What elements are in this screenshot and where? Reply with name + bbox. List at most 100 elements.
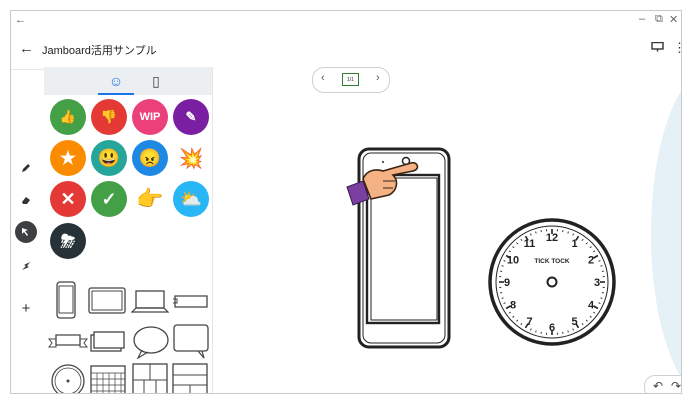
- clock-tick: [567, 231, 569, 234]
- clock-number-6: 6: [549, 322, 555, 334]
- clock-tick: [600, 297, 603, 299]
- clock-tick: [529, 328, 532, 331]
- clock-tick: [508, 250, 511, 253]
- clock-number-1: 1: [571, 238, 577, 250]
- clock-number-4: 4: [588, 300, 595, 312]
- thunderstorm-sticker[interactable]: ⛈: [50, 223, 86, 259]
- jam-canvas[interactable]: 12 1 2 3 4 5 6 7 8 9 10 11 TICK TOCK: [213, 69, 681, 393]
- thumbs-up-sticker[interactable]: 👍: [50, 99, 86, 135]
- minimize-icon[interactable]: –: [639, 13, 645, 25]
- laptop-shape[interactable]: [131, 289, 169, 315]
- redo-icon[interactable]: ↷: [671, 379, 681, 393]
- grid-shape[interactable]: [132, 363, 168, 394]
- phone-shape[interactable]: [54, 281, 78, 319]
- clock-number-2: 2: [588, 255, 594, 267]
- clock-tick: [501, 265, 504, 267]
- sticker-panel: ☺ ▯ 👍 👎 WIP ✎ ★ 😃 😠 💥 ✕ ✓ 👉 ⛅ ⛈: [44, 67, 213, 394]
- clock-tick: [581, 238, 584, 241]
- frown-sticker[interactable]: 😠: [132, 140, 168, 176]
- clock-tick: [567, 330, 569, 333]
- clock-tick: [503, 302, 506, 305]
- thumbs-down-sticker[interactable]: 👎: [91, 99, 127, 135]
- prev-frame-icon[interactable]: ‹: [321, 72, 325, 84]
- drawing-toolbar: +: [13, 149, 39, 323]
- clock-drawing[interactable]: 12 1234567891011 TICK TOCK: [485, 217, 619, 347]
- clock-tick: [598, 302, 601, 305]
- clock-numbers: 12 1234567891011: [504, 232, 600, 334]
- next-frame-icon[interactable]: ›: [376, 72, 380, 84]
- present-icon[interactable]: [651, 42, 664, 52]
- clock-number-3: 3: [594, 277, 600, 289]
- clock-tick: [593, 311, 596, 314]
- banner-shape[interactable]: [172, 293, 210, 311]
- clock-label: TICK TOCK: [534, 258, 570, 265]
- star-sticker[interactable]: ★: [50, 140, 86, 176]
- frame-navigator: ‹ 1/1 ›: [312, 67, 390, 93]
- stack-shape[interactable]: [90, 331, 126, 353]
- tablet-shape[interactable]: [88, 287, 126, 315]
- panel-tabs: ☺ ▯: [44, 67, 212, 95]
- clock-tick: [512, 246, 515, 249]
- add-icon[interactable]: +: [15, 297, 37, 319]
- clock-number-9: 9: [504, 277, 510, 289]
- clock-tick: [598, 259, 601, 262]
- eraser-tool-icon[interactable]: [15, 189, 37, 211]
- restore-icon[interactable]: ⧉: [655, 13, 663, 26]
- clock-number-11: 11: [524, 238, 536, 250]
- undo-icon[interactable]: ↶: [653, 379, 663, 393]
- laser-tool-icon[interactable]: [15, 255, 37, 277]
- app-header: ← Jamboard活用サンプル ⋮: [11, 31, 681, 69]
- clock-tick: [535, 231, 537, 234]
- tab-underline: [98, 93, 134, 95]
- explosion-sticker[interactable]: 💥: [173, 140, 209, 176]
- window-titlebar: ← – ⧉ ✕: [11, 11, 681, 31]
- pointing-hand-sticker[interactable]: 👉: [132, 181, 168, 217]
- select-tool-icon[interactable]: [15, 221, 37, 243]
- window-back-icon[interactable]: ←: [15, 14, 26, 26]
- clock-tick: [581, 323, 584, 326]
- clock-tick: [508, 311, 511, 314]
- clock-tick: [535, 330, 537, 333]
- eraser-sticker[interactable]: ✎: [173, 99, 209, 135]
- layout-shape[interactable]: [172, 363, 208, 394]
- clock-tick: [501, 297, 504, 299]
- pointing-hand-drawing[interactable]: [343, 151, 423, 211]
- ribbon-shape[interactable]: [48, 331, 88, 351]
- frame-counter: 1/1: [347, 76, 354, 83]
- clock-tick: [520, 323, 523, 326]
- pen-tool-icon[interactable]: [15, 157, 37, 179]
- shapes-tab-icon[interactable]: ▯: [138, 67, 174, 95]
- clock-shape[interactable]: [50, 363, 86, 394]
- clock-number-7: 7: [526, 316, 532, 328]
- clock-number-8: 8: [510, 300, 516, 312]
- frame-thumbnail[interactable]: 1/1: [342, 73, 359, 86]
- clock-number-12: 12: [546, 232, 558, 244]
- clock-tick: [529, 233, 532, 236]
- clock-tick: [516, 319, 519, 322]
- clock-tick: [600, 265, 603, 267]
- grin-sticker[interactable]: 😃: [91, 140, 127, 176]
- partly-sunny-sticker[interactable]: ⛅: [173, 181, 209, 217]
- calendar-shape[interactable]: [90, 365, 126, 394]
- check-sticker[interactable]: ✓: [91, 181, 127, 217]
- cross-sticker[interactable]: ✕: [50, 181, 86, 217]
- clock-tick: [516, 242, 519, 245]
- undo-redo-bar: ↶ ↷: [644, 375, 681, 393]
- clock-tick: [593, 305, 599, 310]
- close-icon[interactable]: ✕: [669, 13, 678, 26]
- clock-tick: [593, 254, 599, 259]
- clock-number-5: 5: [571, 316, 577, 328]
- wip-sticker[interactable]: WIP: [132, 99, 168, 135]
- more-options-icon[interactable]: ⋮: [673, 40, 681, 56]
- back-arrow-icon[interactable]: ←: [19, 40, 34, 57]
- clock-ticks: [499, 229, 605, 335]
- callout-shape[interactable]: [172, 323, 210, 359]
- app-window: ← – ⧉ ✕ ← Jamboard活用サンプル ⋮ + ☺ ▯: [10, 10, 682, 394]
- clock-tick: [520, 238, 523, 241]
- speech-bubble-shape[interactable]: [132, 325, 170, 359]
- clock-tick: [585, 242, 588, 245]
- clock-number-10: 10: [507, 255, 519, 267]
- clock-tick: [589, 315, 592, 318]
- stickers-tab-icon[interactable]: ☺: [98, 67, 134, 95]
- clock-tick: [585, 319, 588, 322]
